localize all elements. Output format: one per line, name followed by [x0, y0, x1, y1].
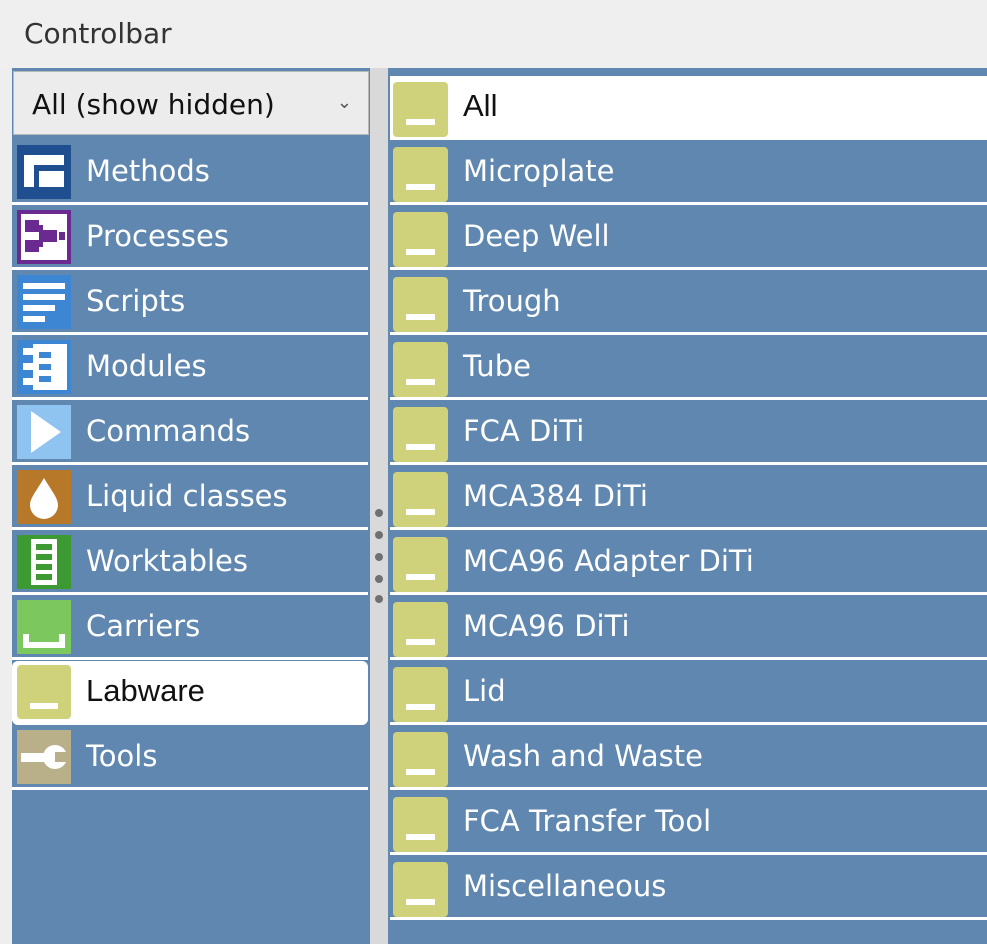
- category-item-tube[interactable]: Tube: [390, 336, 987, 400]
- category-item-lid[interactable]: Lid: [390, 661, 987, 725]
- nav-item-label: Commands: [86, 414, 251, 448]
- category-label: MCA96 DiTi: [463, 609, 630, 643]
- category-item-fca-transfer-tool[interactable]: FCA Transfer Tool: [390, 791, 987, 855]
- labware-icon: [393, 537, 448, 592]
- category-item-mca96-adapter-diti[interactable]: MCA96 Adapter DiTi: [390, 531, 987, 595]
- nav-item-liquid-classes[interactable]: Liquid classes: [12, 466, 368, 530]
- labware-icon: [393, 82, 448, 137]
- category-item-trough[interactable]: Trough: [390, 271, 987, 335]
- nav-item-commands[interactable]: Commands: [12, 401, 368, 465]
- nav-item-label: Modules: [86, 349, 207, 383]
- category-item-fca-diti[interactable]: FCA DiTi: [390, 401, 987, 465]
- processes-icon: [17, 210, 71, 264]
- category-label: Tube: [463, 349, 531, 383]
- grip-dot: [375, 575, 383, 583]
- scripts-icon: [17, 275, 71, 329]
- nav-item-label: Worktables: [86, 544, 248, 578]
- category-item-microplate[interactable]: Microplate: [390, 141, 987, 205]
- nav-item-labware[interactable]: Labware: [12, 661, 368, 725]
- category-item-all[interactable]: All: [390, 76, 987, 140]
- category-item-deep-well[interactable]: Deep Well: [390, 206, 987, 270]
- nav-item-modules[interactable]: Modules: [12, 336, 368, 400]
- category-item-mca384-diti[interactable]: MCA384 DiTi: [390, 466, 987, 530]
- liquid-drop-icon: [17, 470, 71, 524]
- filter-dropdown[interactable]: All (show hidden) ⌄: [13, 71, 369, 135]
- nav-item-carriers[interactable]: Carriers: [12, 596, 368, 660]
- nav-item-label: Labware: [86, 673, 205, 708]
- labware-icon: [393, 667, 448, 722]
- nav-item-methods[interactable]: Methods: [12, 141, 368, 205]
- category-label: MCA96 Adapter DiTi: [463, 544, 754, 578]
- modules-icon: [17, 340, 71, 394]
- nav-item-tools[interactable]: Tools: [12, 726, 368, 790]
- labware-icon: [393, 407, 448, 462]
- labware-icon: [17, 665, 71, 719]
- commands-icon: [17, 405, 71, 459]
- nav-item-label: Scripts: [86, 284, 186, 318]
- chevron-down-icon: ⌄: [336, 92, 352, 113]
- wrench-icon: [17, 730, 71, 784]
- category-label: Microplate: [463, 154, 615, 188]
- nav-item-label: Liquid classes: [86, 479, 288, 513]
- nav-item-worktables[interactable]: Worktables: [12, 531, 368, 595]
- grip-dot: [375, 509, 383, 517]
- panel-splitter[interactable]: [370, 68, 388, 944]
- labware-icon: [393, 862, 448, 917]
- category-label: All: [463, 88, 498, 123]
- controlbar-header: Controlbar: [0, 0, 987, 68]
- category-item-mca96-diti[interactable]: MCA96 DiTi: [390, 596, 987, 660]
- grip-dot: [375, 553, 383, 561]
- category-label: Trough: [463, 284, 561, 318]
- window-title: Controlbar: [24, 17, 172, 50]
- labware-icon: [393, 732, 448, 787]
- carrier-icon: [17, 600, 71, 654]
- nav-item-processes[interactable]: Processes: [12, 206, 368, 270]
- labware-icon: [393, 797, 448, 852]
- labware-icon: [393, 277, 448, 332]
- category-item-miscellaneous[interactable]: Miscellaneous: [390, 856, 987, 920]
- category-label: MCA384 DiTi: [463, 479, 648, 513]
- grip-dot: [375, 595, 383, 603]
- nav-item-label: Tools: [86, 739, 158, 773]
- worktable-icon: [17, 535, 71, 589]
- nav-item-label: Processes: [86, 219, 229, 253]
- methods-icon: [17, 145, 71, 199]
- category-label: FCA Transfer Tool: [463, 804, 712, 838]
- category-label: Deep Well: [463, 219, 610, 253]
- category-label: Wash and Waste: [463, 739, 703, 773]
- category-label: FCA DiTi: [463, 414, 585, 448]
- grip-dot: [375, 531, 383, 539]
- labware-icon: [393, 472, 448, 527]
- nav-item-label: Carriers: [86, 609, 201, 643]
- labware-icon: [393, 602, 448, 657]
- labware-icon: [393, 147, 448, 202]
- category-label: Lid: [463, 674, 506, 708]
- category-label: Miscellaneous: [463, 869, 667, 903]
- labware-icon: [393, 212, 448, 267]
- category-item-wash-and-waste[interactable]: Wash and Waste: [390, 726, 987, 790]
- labware-icon: [393, 342, 448, 397]
- nav-item-label: Methods: [86, 154, 210, 188]
- filter-dropdown-value: All (show hidden): [32, 88, 275, 121]
- nav-item-scripts[interactable]: Scripts: [12, 271, 368, 335]
